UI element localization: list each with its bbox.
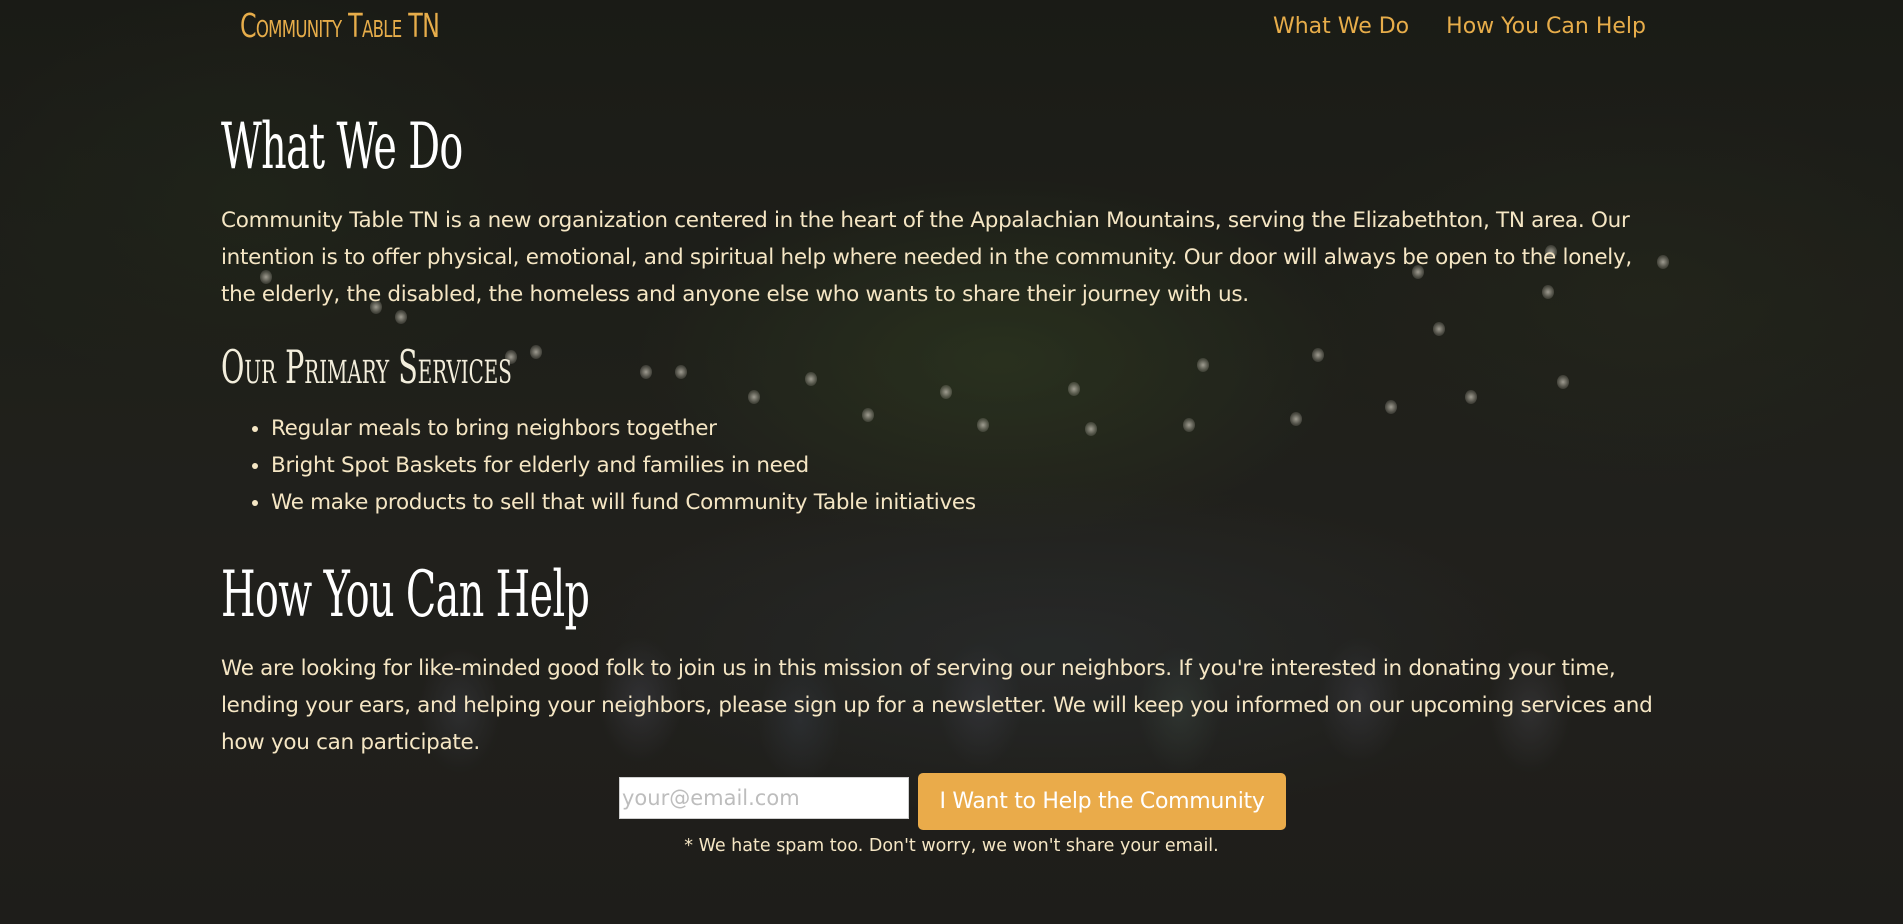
list-item: We make products to sell that will fund … [271, 484, 976, 521]
services-heading: Our Primary Services [221, 340, 512, 394]
what-we-do-text: Community Table TN is a new organization… [221, 208, 1632, 307]
spam-note: * We hate spam too. Don't worry, we won'… [684, 836, 1219, 856]
page-content: Community Table TN What We Do How You Ca… [0, 0, 1903, 924]
help-community-button[interactable]: I Want to Help the Community [918, 773, 1286, 830]
how-you-can-help-text: We are looking for like-minded good folk… [221, 656, 1653, 755]
brand-logo[interactable]: Community Table TN [240, 6, 440, 45]
main-nav: What We Do How You Can Help [1273, 14, 1646, 39]
email-field[interactable] [619, 777, 909, 819]
list-item: Regular meals to bring neighbors togethe… [271, 410, 976, 447]
what-we-do-heading: What We Do [221, 110, 463, 184]
how-you-can-help-heading: How You Can Help [221, 558, 590, 632]
list-item: Bright Spot Baskets for elderly and fami… [271, 447, 976, 484]
nav-link-what-we-do[interactable]: What We Do [1273, 14, 1409, 39]
nav-link-how-you-can-help[interactable]: How You Can Help [1446, 14, 1646, 39]
services-list: Regular meals to bring neighbors togethe… [221, 410, 976, 521]
